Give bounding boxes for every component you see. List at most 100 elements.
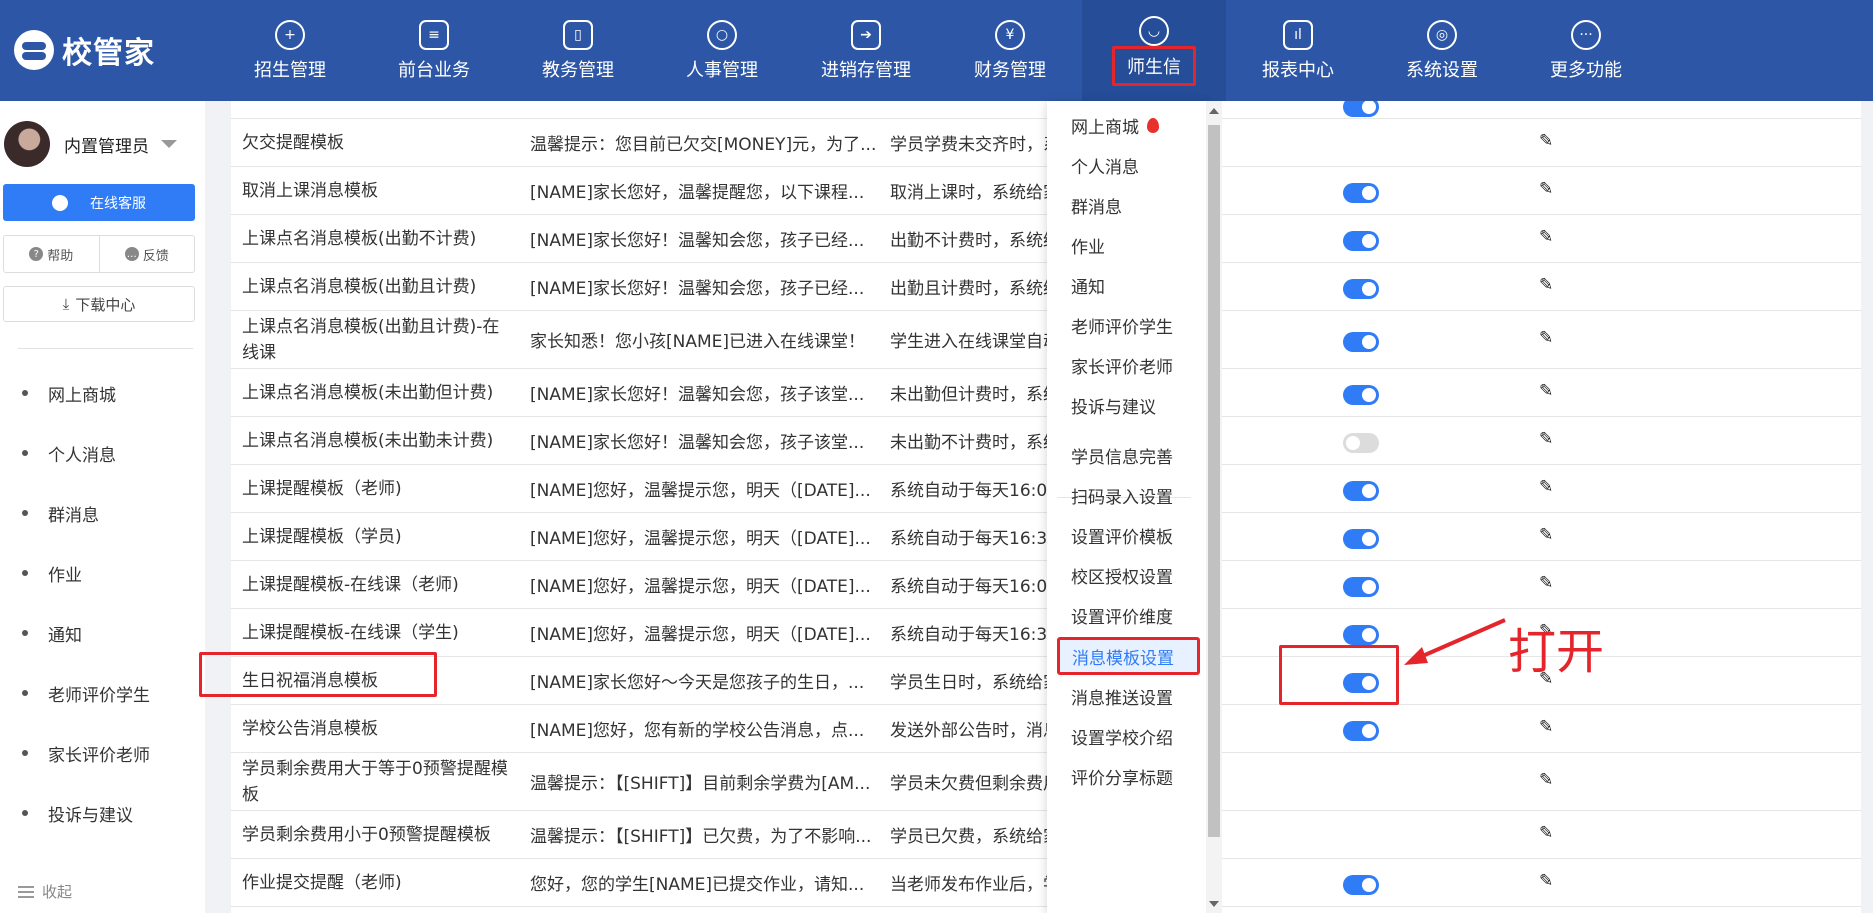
sidebar-item-label: 个人消息 <box>48 445 116 466</box>
enable-toggle[interactable] <box>1343 529 1379 549</box>
edit-pencil-icon[interactable]: ✎ <box>1539 871 1553 891</box>
nav-item-settings[interactable]: ◎ 系统设置 <box>1370 0 1514 101</box>
edit-pencil-icon[interactable]: ✎ <box>1539 227 1553 247</box>
enable-toggle[interactable] <box>1343 433 1379 453</box>
template-name: 上课点名消息模板(出勤不计费) <box>242 228 477 249</box>
table-row: 欠交提醒模板 温馨提示：您目前已欠交[MONEY]元，为了... 学员学费未交齐时，… <box>231 119 1861 167</box>
edit-pencil-icon[interactable]: ✎ <box>1539 275 1553 295</box>
edit-pencil-icon[interactable]: ✎ <box>1539 477 1553 497</box>
dropdown-item-label: 设置评价维度 <box>1071 607 1173 628</box>
menu-icon <box>18 885 34 898</box>
template-name: 学员剩余费用小于0预警提醒模板 <box>242 824 491 845</box>
enable-toggle[interactable] <box>1343 279 1379 299</box>
enable-toggle[interactable] <box>1343 625 1379 645</box>
sidebar-item-online-mall[interactable]: 网上商城 <box>0 363 205 423</box>
table-row: 上课提醒模板（学员) [NAME]您好，温馨提示您，明天（[DATE]... 系统自… <box>231 513 1861 561</box>
template-content: [NAME]家长您好，温馨提醒您，以下课程... <box>530 183 865 203</box>
nav-item-front-desk[interactable]: ≡ 前台业务 <box>362 0 506 101</box>
inventory-icon: ➔ <box>851 19 881 50</box>
template-content: [NAME]您好，温馨提示您，明天（[DATE]... <box>530 481 871 501</box>
dropdown-scrollbar[interactable] <box>1206 101 1222 913</box>
caret-down-icon <box>161 140 177 148</box>
annotation-text: 打开 <box>1508 624 1605 680</box>
sidebar-item-group-message[interactable]: 群消息 <box>0 483 205 543</box>
scroll-down-icon[interactable] <box>1209 901 1219 907</box>
feedback-button[interactable]: … 反馈 <box>98 236 195 272</box>
template-name: 上课提醒模板（老师) <box>242 478 402 499</box>
nav-item-more[interactable]: ··· 更多功能 <box>1514 0 1658 101</box>
dropdown-item[interactable]: 消息模板设置 <box>1057 637 1200 675</box>
yen-icon: ¥ <box>995 19 1025 50</box>
nav-item-teacher-student[interactable]: ◡ 师生信 <box>1082 0 1226 101</box>
settings-icon: ◎ <box>1427 19 1457 50</box>
enable-toggle[interactable] <box>1343 385 1379 405</box>
nav-item-recruit[interactable]: + 招生管理 <box>218 0 362 101</box>
sidebar-item-complaints[interactable]: 投诉与建议 <box>0 783 205 843</box>
sidebar-item-homework[interactable]: 作业 <box>0 543 205 603</box>
nav-item-reports[interactable]: ıl 报表中心 <box>1226 0 1370 101</box>
sidebar-item-teacher-eval[interactable]: 老师评价学生 <box>0 663 205 723</box>
enable-toggle[interactable] <box>1343 721 1379 741</box>
edit-pencil-icon[interactable]: ✎ <box>1539 429 1553 449</box>
dropdown-item[interactable]: 设置评价维度 <box>1047 591 1195 639</box>
edit-pencil-icon[interactable]: ✎ <box>1539 717 1553 737</box>
bullet-icon <box>22 810 28 816</box>
highlight-box-birthday-template <box>199 652 437 697</box>
edit-pencil-icon[interactable]: ✎ <box>1539 381 1553 401</box>
nav-item-academic[interactable]: ▯ 教务管理 <box>506 0 650 101</box>
enable-toggle[interactable] <box>1343 231 1379 251</box>
teacher-student-dropdown: 网上商城 个人消息 群消息 作业 通知 老师评价学生 家长评价老师 投诉与建议 学员信息完善 扫码… <box>1047 101 1207 913</box>
sidebar-item-personal-message[interactable]: 个人消息 <box>0 423 205 483</box>
dropdown-item-label: 通知 <box>1071 277 1105 298</box>
enable-toggle[interactable] <box>1343 481 1379 501</box>
nav-item-inventory[interactable]: ➔ 进销存管理 <box>794 0 938 101</box>
template-content: [NAME]家长您好！温馨知会您，孩子该堂... <box>530 385 865 405</box>
enable-toggle[interactable] <box>1343 577 1379 597</box>
enable-toggle[interactable] <box>1343 332 1379 352</box>
scroll-thumb[interactable] <box>1208 125 1220 837</box>
nav-item-hr[interactable]: ○ 人事管理 <box>650 0 794 101</box>
dropdown-item[interactable]: 评价分享标题 <box>1047 752 1195 800</box>
template-content: [NAME]家长您好！温馨知会您，孩子已经... <box>530 279 865 299</box>
sidebar-item-notice[interactable]: 通知 <box>0 603 205 663</box>
online-service-button[interactable]: 在线客服 <box>3 184 195 221</box>
template-name: 学员剩余费用大于等于0预警提醒模板 <box>242 758 508 805</box>
edit-pencil-icon[interactable]: ✎ <box>1539 328 1553 348</box>
nav-item-finance[interactable]: ¥ 财务管理 <box>938 0 1082 101</box>
help-button[interactable]: ? 帮助 <box>4 236 99 272</box>
enable-toggle[interactable] <box>1343 183 1379 203</box>
app-logo[interactable]: 校管家 <box>14 30 155 71</box>
dropdown-item-label: 作业 <box>1071 237 1105 258</box>
template-name: 学校公告消息模板 <box>242 718 378 739</box>
dropdown-item-label: 扫码录入设置 <box>1071 487 1173 508</box>
dropdown-item-label: 校区授权设置 <box>1071 567 1173 588</box>
sidebar-item-label: 通知 <box>48 625 82 646</box>
edit-pencil-icon[interactable]: ✎ <box>1539 823 1553 843</box>
sidebar-item-parent-eval[interactable]: 家长评价老师 <box>0 723 205 783</box>
table-row: 上课点名消息模板(未出勤未计费) [NAME]家长您好！温馨知会您，孩子该堂...… <box>231 417 1861 465</box>
template-content: 温馨提示：【[SHIFT]】目前剩余学费为[AM... <box>530 774 871 794</box>
edit-pencil-icon[interactable]: ✎ <box>1539 131 1553 151</box>
message-template-table: 欠交提醒模板 温馨提示：您目前已欠交[MONEY]元，为了... 学员学费未交齐时，… <box>231 101 1861 913</box>
template-name: 上课提醒模板（学员) <box>242 526 402 547</box>
edit-pencil-icon[interactable]: ✎ <box>1539 525 1553 545</box>
sidebar-item-label: 群消息 <box>48 505 99 526</box>
sidebar-item-label: 网上商城 <box>48 385 116 406</box>
scroll-up-icon[interactable] <box>1209 108 1219 114</box>
dropdown-item[interactable]: 投诉与建议 <box>1047 381 1195 429</box>
edit-pencil-icon[interactable]: ✎ <box>1539 573 1553 593</box>
chart-icon: ıl <box>1283 19 1313 50</box>
edit-pencil-icon[interactable]: ✎ <box>1539 770 1553 790</box>
template-content: [NAME]家长您好～今天是您孩子的生日，... <box>530 673 865 693</box>
template-name: 作业提交提醒（老师) <box>242 872 402 893</box>
download-center-button[interactable]: ⤓ 下载中心 <box>3 286 195 322</box>
sidebar-item-label: 投诉与建议 <box>48 805 133 826</box>
collapse-sidebar-button[interactable]: 收起 <box>18 881 72 902</box>
enable-toggle[interactable] <box>1343 875 1379 895</box>
edit-pencil-icon[interactable]: ✎ <box>1539 179 1553 199</box>
download-label: 下载中心 <box>75 295 136 314</box>
template-content: 家长知悉！您小孩[NAME]已进入在线课堂！ <box>530 332 866 352</box>
enable-toggle[interactable] <box>1343 101 1379 117</box>
user-menu[interactable]: 内置管理员 <box>4 121 177 167</box>
divider <box>18 348 193 349</box>
